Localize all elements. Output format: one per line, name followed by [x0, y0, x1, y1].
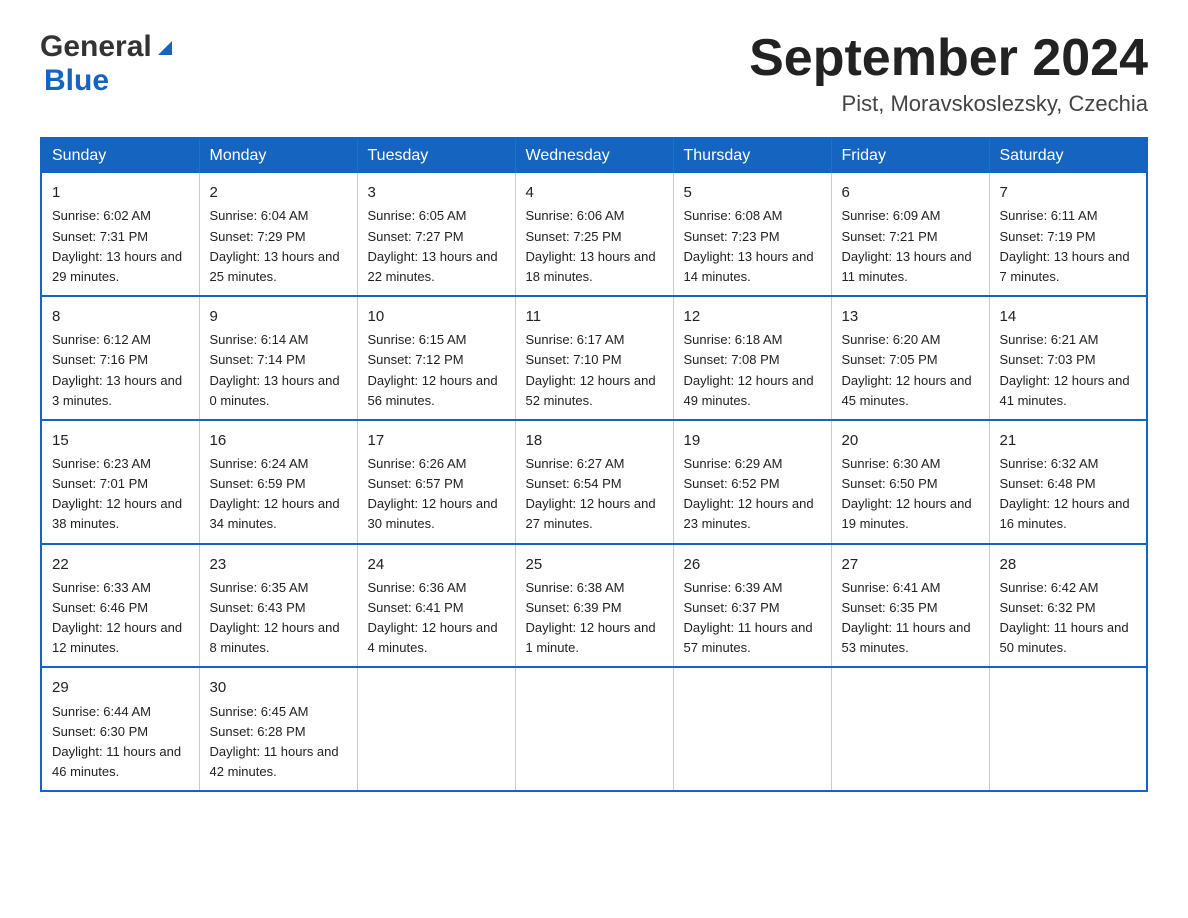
day-number: 5: [684, 181, 821, 204]
calendar-cell: 9Sunrise: 6:14 AMSunset: 7:14 PMDaylight…: [199, 296, 357, 420]
calendar-week-row: 22Sunrise: 6:33 AMSunset: 6:46 PMDayligh…: [41, 544, 1147, 668]
calendar-cell: 2Sunrise: 6:04 AMSunset: 7:29 PMDaylight…: [199, 173, 357, 296]
day-number: 1: [52, 181, 189, 204]
logo-blue-text: Blue: [44, 64, 109, 97]
logo-triangle-icon: [154, 37, 176, 59]
calendar-cell: 1Sunrise: 6:02 AMSunset: 7:31 PMDaylight…: [41, 173, 199, 296]
calendar-cell: 30Sunrise: 6:45 AMSunset: 6:28 PMDayligh…: [199, 667, 357, 791]
calendar-cell: 27Sunrise: 6:41 AMSunset: 6:35 PMDayligh…: [831, 544, 989, 668]
day-number: 8: [52, 305, 189, 328]
day-number: 11: [526, 305, 663, 328]
location-subtitle: Pist, Moravskoslezsky, Czechia: [749, 91, 1148, 117]
day-number: 15: [52, 429, 189, 452]
day-number: 16: [210, 429, 347, 452]
calendar-cell: 15Sunrise: 6:23 AMSunset: 7:01 PMDayligh…: [41, 420, 199, 544]
day-number: 25: [526, 553, 663, 576]
calendar-cell: 7Sunrise: 6:11 AMSunset: 7:19 PMDaylight…: [989, 173, 1147, 296]
col-header-thursday: Thursday: [673, 138, 831, 173]
calendar-cell: 18Sunrise: 6:27 AMSunset: 6:54 PMDayligh…: [515, 420, 673, 544]
calendar-week-row: 8Sunrise: 6:12 AMSunset: 7:16 PMDaylight…: [41, 296, 1147, 420]
day-number: 22: [52, 553, 189, 576]
day-number: 3: [368, 181, 505, 204]
calendar-cell: [357, 667, 515, 791]
calendar-cell: 24Sunrise: 6:36 AMSunset: 6:41 PMDayligh…: [357, 544, 515, 668]
day-number: 30: [210, 676, 347, 699]
calendar-cell: [673, 667, 831, 791]
calendar-table: SundayMondayTuesdayWednesdayThursdayFrid…: [40, 137, 1148, 792]
calendar-cell: 25Sunrise: 6:38 AMSunset: 6:39 PMDayligh…: [515, 544, 673, 668]
col-header-wednesday: Wednesday: [515, 138, 673, 173]
day-number: 23: [210, 553, 347, 576]
calendar-cell: 12Sunrise: 6:18 AMSunset: 7:08 PMDayligh…: [673, 296, 831, 420]
day-number: 26: [684, 553, 821, 576]
calendar-cell: 11Sunrise: 6:17 AMSunset: 7:10 PMDayligh…: [515, 296, 673, 420]
calendar-week-row: 29Sunrise: 6:44 AMSunset: 6:30 PMDayligh…: [41, 667, 1147, 791]
calendar-cell: 17Sunrise: 6:26 AMSunset: 6:57 PMDayligh…: [357, 420, 515, 544]
calendar-cell: 28Sunrise: 6:42 AMSunset: 6:32 PMDayligh…: [989, 544, 1147, 668]
calendar-cell: 6Sunrise: 6:09 AMSunset: 7:21 PMDaylight…: [831, 173, 989, 296]
col-header-monday: Monday: [199, 138, 357, 173]
calendar-cell: [515, 667, 673, 791]
col-header-sunday: Sunday: [41, 138, 199, 173]
calendar-cell: 19Sunrise: 6:29 AMSunset: 6:52 PMDayligh…: [673, 420, 831, 544]
day-number: 7: [1000, 181, 1137, 204]
logo: General Blue: [40, 30, 176, 98]
day-number: 21: [1000, 429, 1137, 452]
col-header-tuesday: Tuesday: [357, 138, 515, 173]
day-number: 9: [210, 305, 347, 328]
day-number: 2: [210, 181, 347, 204]
calendar-cell: 5Sunrise: 6:08 AMSunset: 7:23 PMDaylight…: [673, 173, 831, 296]
day-number: 6: [842, 181, 979, 204]
calendar-cell: 20Sunrise: 6:30 AMSunset: 6:50 PMDayligh…: [831, 420, 989, 544]
calendar-cell: [989, 667, 1147, 791]
day-number: 24: [368, 553, 505, 576]
day-number: 4: [526, 181, 663, 204]
col-header-friday: Friday: [831, 138, 989, 173]
day-number: 19: [684, 429, 821, 452]
calendar-cell: 21Sunrise: 6:32 AMSunset: 6:48 PMDayligh…: [989, 420, 1147, 544]
calendar-cell: 3Sunrise: 6:05 AMSunset: 7:27 PMDaylight…: [357, 173, 515, 296]
logo-general-text: General: [40, 30, 152, 64]
calendar-cell: 14Sunrise: 6:21 AMSunset: 7:03 PMDayligh…: [989, 296, 1147, 420]
calendar-cell: 23Sunrise: 6:35 AMSunset: 6:43 PMDayligh…: [199, 544, 357, 668]
day-number: 13: [842, 305, 979, 328]
day-number: 29: [52, 676, 189, 699]
day-number: 10: [368, 305, 505, 328]
day-number: 14: [1000, 305, 1137, 328]
calendar-cell: 29Sunrise: 6:44 AMSunset: 6:30 PMDayligh…: [41, 667, 199, 791]
day-number: 17: [368, 429, 505, 452]
day-number: 18: [526, 429, 663, 452]
calendar-cell: 16Sunrise: 6:24 AMSunset: 6:59 PMDayligh…: [199, 420, 357, 544]
title-section: September 2024 Pist, Moravskoslezsky, Cz…: [749, 30, 1148, 117]
month-title: September 2024: [749, 30, 1148, 87]
calendar-week-row: 1Sunrise: 6:02 AMSunset: 7:31 PMDaylight…: [41, 173, 1147, 296]
day-number: 28: [1000, 553, 1137, 576]
calendar-cell: 10Sunrise: 6:15 AMSunset: 7:12 PMDayligh…: [357, 296, 515, 420]
day-number: 12: [684, 305, 821, 328]
calendar-cell: 22Sunrise: 6:33 AMSunset: 6:46 PMDayligh…: [41, 544, 199, 668]
calendar-cell: 26Sunrise: 6:39 AMSunset: 6:37 PMDayligh…: [673, 544, 831, 668]
calendar-cell: 8Sunrise: 6:12 AMSunset: 7:16 PMDaylight…: [41, 296, 199, 420]
calendar-header-row: SundayMondayTuesdayWednesdayThursdayFrid…: [41, 138, 1147, 173]
col-header-saturday: Saturday: [989, 138, 1147, 173]
day-number: 27: [842, 553, 979, 576]
calendar-cell: 4Sunrise: 6:06 AMSunset: 7:25 PMDaylight…: [515, 173, 673, 296]
page-header: General Blue September 2024 Pist, Moravs…: [40, 30, 1148, 117]
day-number: 20: [842, 429, 979, 452]
calendar-week-row: 15Sunrise: 6:23 AMSunset: 7:01 PMDayligh…: [41, 420, 1147, 544]
calendar-cell: [831, 667, 989, 791]
calendar-cell: 13Sunrise: 6:20 AMSunset: 7:05 PMDayligh…: [831, 296, 989, 420]
